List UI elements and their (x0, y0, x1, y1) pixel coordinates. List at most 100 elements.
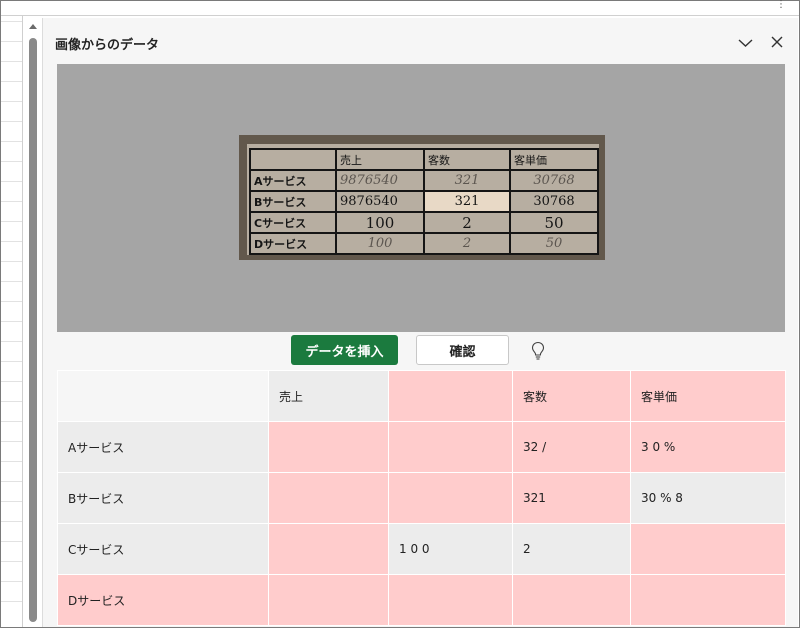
photo-cell: 30768 (509, 169, 599, 192)
grid-line (1, 581, 22, 582)
grid-line (1, 601, 22, 602)
grid-line (1, 501, 22, 502)
grid-line (1, 121, 22, 122)
photo-cell: 2 (423, 232, 511, 255)
grid-line (1, 521, 22, 522)
grid-line (1, 301, 22, 302)
pane-title: 画像からのデータ (55, 38, 160, 53)
grid-line (1, 101, 22, 102)
grid-cell[interactable] (388, 472, 513, 524)
grid-cell[interactable]: 2 (512, 523, 631, 575)
grid-cell[interactable] (388, 370, 513, 422)
spreadsheet-top-strip: ⋮ (1, 0, 799, 16)
grid-line (1, 401, 22, 402)
photo-cell: Bサービス (249, 190, 337, 213)
grid-cell[interactable]: Aサービス (57, 421, 269, 473)
grid-line (1, 141, 22, 142)
grid-line (1, 481, 22, 482)
grid-cell[interactable]: 売上 (268, 370, 389, 422)
photo-cell (249, 148, 337, 171)
grid-cell[interactable]: 321 (512, 472, 631, 524)
photo-cell: 100 (335, 211, 425, 234)
grid-line (1, 441, 22, 442)
result-row: Dサービス (57, 574, 786, 626)
grid-line (1, 541, 22, 542)
photo-cell: 客単価 (509, 148, 599, 171)
result-row: Cサービス 1 0 0 2 (57, 523, 786, 575)
result-grid: 売上 客数 客単価 Aサービス 32 / 3 0 % Bサービス 321 30 … (57, 370, 786, 626)
grid-line (1, 41, 22, 42)
grid-cell[interactable]: Bサービス (57, 472, 269, 524)
photo-row: Aサービス 9876540 321 30768 (249, 169, 599, 192)
grid-line (1, 421, 22, 422)
grid-line (1, 321, 22, 322)
captured-photo: 売上 客数 客単価 Aサービス 9876540 321 30768 Bサービス … (239, 135, 605, 260)
photo-cell: 50 (509, 211, 599, 234)
photo-cell: 9876540 (335, 190, 425, 213)
photo-cell: 売上 (335, 148, 425, 171)
photo-cell: 321 (423, 169, 511, 192)
grid-cell[interactable] (512, 574, 631, 626)
more-options-icon[interactable]: ⋮ (776, 0, 787, 10)
grid-cell[interactable] (268, 523, 389, 575)
photo-paper: 売上 客数 客単価 Aサービス 9876540 321 30768 Bサービス … (247, 144, 599, 255)
grid-cell[interactable]: 3 0 % (630, 421, 786, 473)
image-preview: 売上 客数 客単価 Aサービス 9876540 321 30768 Bサービス … (57, 64, 785, 332)
grid-cell[interactable]: 1 0 0 (388, 523, 513, 575)
grid-cell[interactable]: Cサービス (57, 523, 269, 575)
grid-line (1, 81, 22, 82)
grid-cell[interactable]: 30 % 8 (630, 472, 786, 524)
grid-line (1, 161, 22, 162)
grid-divider (22, 16, 23, 627)
grid-line (1, 21, 22, 22)
photo-cell: 2 (423, 211, 511, 234)
grid-cell[interactable]: 客単価 (630, 370, 786, 422)
grid-line (1, 281, 22, 282)
photo-cell: 30768 (509, 190, 599, 213)
grid-cell[interactable] (388, 574, 513, 626)
grid-line (1, 341, 22, 342)
grid-cell[interactable] (268, 421, 389, 473)
grid-cell[interactable] (388, 421, 513, 473)
result-row: Aサービス 32 / 3 0 % (57, 421, 786, 473)
grid-line (1, 61, 22, 62)
grid-line (1, 381, 22, 382)
grid-line (1, 361, 22, 362)
photo-cell: Cサービス (249, 211, 337, 234)
grid-line (1, 561, 22, 562)
photo-table: 売上 客数 客単価 Aサービス 9876540 321 30768 Bサービス … (249, 148, 599, 255)
grid-line (1, 241, 22, 242)
insert-data-button[interactable]: データを挿入 (291, 335, 398, 365)
grid-line (1, 181, 22, 182)
grid-line (1, 261, 22, 262)
photo-cell: Dサービス (249, 232, 337, 255)
grid-cell[interactable]: Dサービス (57, 574, 269, 626)
photo-cell: Aサービス (249, 169, 337, 192)
grid-cell[interactable] (268, 574, 389, 626)
lightbulb-icon[interactable] (531, 341, 545, 361)
review-button[interactable]: 確認 (416, 335, 509, 365)
photo-row: Bサービス 9876540 321 30768 (249, 190, 599, 213)
result-row: Bサービス 321 30 % 8 (57, 472, 786, 524)
grid-cell[interactable]: 32 / (512, 421, 631, 473)
photo-cell: 321 (423, 190, 511, 213)
grid-line (1, 461, 22, 462)
grid-cell (57, 370, 269, 422)
chevron-down-icon[interactable] (738, 37, 753, 49)
grid-line (1, 221, 22, 222)
photo-row: Cサービス 100 2 50 (249, 211, 599, 234)
spreadsheet-grid-edge (1, 16, 22, 627)
scrollbar-thumb[interactable] (29, 38, 37, 622)
grid-cell[interactable] (268, 472, 389, 524)
photo-cell: 50 (509, 232, 599, 255)
close-icon[interactable] (770, 35, 784, 49)
photo-row: Dサービス 100 2 50 (249, 232, 599, 255)
data-from-picture-pane: 画像からのデータ 売上 客数 客単価 Aサービス 9876540 321 307… (42, 18, 798, 627)
grid-cell[interactable] (630, 574, 786, 626)
grid-line (1, 201, 22, 202)
photo-cell: 100 (335, 232, 425, 255)
grid-cell[interactable] (630, 523, 786, 575)
scroll-up-arrow-icon[interactable] (29, 24, 37, 29)
photo-header-row: 売上 客数 客単価 (249, 148, 599, 171)
grid-cell[interactable]: 客数 (512, 370, 631, 422)
